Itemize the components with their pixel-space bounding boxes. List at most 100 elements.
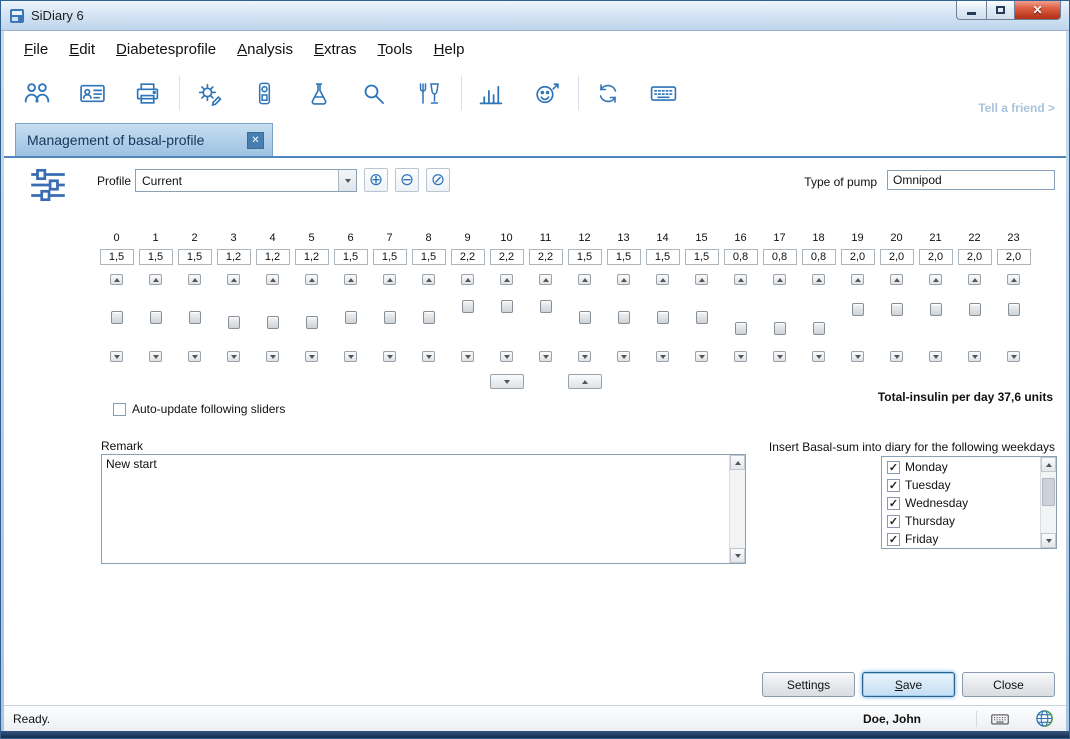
slider-down-button[interactable] xyxy=(929,351,942,362)
slider-down-button[interactable] xyxy=(539,351,552,362)
menu-item-diabetesprofile[interactable]: Diabetesprofile xyxy=(116,41,216,58)
slider-thumb[interactable] xyxy=(189,311,201,324)
basal-value-field[interactable]: 2,2 xyxy=(451,249,485,265)
slider-thumb[interactable] xyxy=(150,311,162,324)
slider-down-button[interactable] xyxy=(461,351,474,362)
search-icon[interactable] xyxy=(359,76,389,110)
basal-value-field[interactable]: 1,5 xyxy=(685,249,719,265)
slider-up-button[interactable] xyxy=(734,274,747,285)
slider-up-button[interactable] xyxy=(227,274,240,285)
slider-thumb[interactable] xyxy=(852,303,864,316)
slider-down-button[interactable] xyxy=(890,351,903,362)
scroll-down-button[interactable] xyxy=(1041,533,1056,548)
slider-thumb[interactable] xyxy=(345,311,357,324)
slider-up-button[interactable] xyxy=(773,274,786,285)
weekday-checkbox[interactable]: ✓ xyxy=(887,497,900,510)
meter-icon[interactable] xyxy=(249,76,279,110)
keyboard-status-icon[interactable] xyxy=(989,710,1011,728)
basal-value-field[interactable]: 1,5 xyxy=(139,249,173,265)
slider-up-button[interactable] xyxy=(539,274,552,285)
slider-down-button[interactable] xyxy=(422,351,435,362)
basal-value-field[interactable]: 1,5 xyxy=(568,249,602,265)
slider-down-button[interactable] xyxy=(305,351,318,362)
basal-value-field[interactable]: 2,2 xyxy=(490,249,524,265)
menu-item-extras[interactable]: Extras xyxy=(314,41,357,58)
keyboard-icon[interactable] xyxy=(648,76,678,110)
slider-up-button[interactable] xyxy=(851,274,864,285)
slider-down-button[interactable] xyxy=(812,351,825,362)
tab-close-icon[interactable]: ✕ xyxy=(247,132,264,149)
basal-value-field[interactable]: 2,0 xyxy=(958,249,992,265)
slider-up-button[interactable] xyxy=(968,274,981,285)
tell-a-friend-link[interactable]: Tell a friend > xyxy=(978,101,1055,115)
slider-down-button[interactable] xyxy=(773,351,786,362)
slider-down-button[interactable] xyxy=(188,351,201,362)
slider-down-button[interactable] xyxy=(383,351,396,362)
slider-up-button[interactable] xyxy=(188,274,201,285)
scrollbar-thumb[interactable] xyxy=(1042,478,1055,506)
weekday-row[interactable]: ✓Wednesday xyxy=(883,494,1039,512)
slider-thumb[interactable] xyxy=(696,311,708,324)
remove-profile-button[interactable]: ⊖ xyxy=(395,168,419,192)
basal-value-field[interactable]: 0,8 xyxy=(763,249,797,265)
basal-value-field[interactable]: 1,2 xyxy=(217,249,251,265)
weekday-checkbox[interactable]: ✓ xyxy=(887,533,900,546)
basal-value-field[interactable]: 1,2 xyxy=(295,249,329,265)
slider-down-button[interactable] xyxy=(344,351,357,362)
add-profile-button[interactable]: ⊕ xyxy=(364,168,388,192)
slider-thumb[interactable] xyxy=(657,311,669,324)
slider-thumb[interactable] xyxy=(111,311,123,324)
slider-up-button[interactable] xyxy=(500,274,513,285)
slider-up-button[interactable] xyxy=(578,274,591,285)
slider-up-button[interactable] xyxy=(266,274,279,285)
basal-value-field[interactable]: 0,8 xyxy=(724,249,758,265)
slider-thumb[interactable] xyxy=(618,311,630,324)
slider-down-button[interactable] xyxy=(734,351,747,362)
slider-up-button[interactable] xyxy=(929,274,942,285)
weekday-row[interactable]: ✓Thursday xyxy=(883,512,1039,530)
bulk-down-button[interactable] xyxy=(490,374,524,389)
slider-down-button[interactable] xyxy=(578,351,591,362)
slider-thumb[interactable] xyxy=(540,300,552,313)
menu-item-file[interactable]: File xyxy=(24,41,48,58)
slider-down-button[interactable] xyxy=(266,351,279,362)
slider-up-button[interactable] xyxy=(695,274,708,285)
profile-settings-icon[interactable] xyxy=(194,76,224,110)
weekday-row[interactable]: ✓Monday xyxy=(883,458,1039,476)
scroll-up-button[interactable] xyxy=(730,455,745,470)
slider-down-button[interactable] xyxy=(110,351,123,362)
slider-up-button[interactable] xyxy=(1007,274,1020,285)
profile-dropdown-button[interactable] xyxy=(338,170,356,191)
menu-item-analysis[interactable]: Analysis xyxy=(237,41,293,58)
slider-thumb[interactable] xyxy=(813,322,825,335)
weekday-row[interactable]: ✓Tuesday xyxy=(883,476,1039,494)
slider-thumb[interactable] xyxy=(306,316,318,329)
slider-thumb[interactable] xyxy=(267,316,279,329)
slider-thumb[interactable] xyxy=(384,311,396,324)
slider-down-button[interactable] xyxy=(227,351,240,362)
slider-up-button[interactable] xyxy=(617,274,630,285)
basal-value-field[interactable]: 2,0 xyxy=(841,249,875,265)
basal-value-field[interactable]: 1,5 xyxy=(607,249,641,265)
slider-down-button[interactable] xyxy=(656,351,669,362)
basal-value-field[interactable]: 1,5 xyxy=(412,249,446,265)
profile-select[interactable]: Current xyxy=(135,169,357,192)
slider-up-button[interactable] xyxy=(812,274,825,285)
patients-icon[interactable] xyxy=(22,76,52,110)
slider-thumb[interactable] xyxy=(969,303,981,316)
menu-item-help[interactable]: Help xyxy=(434,41,465,58)
print-icon[interactable] xyxy=(132,76,162,110)
slider-up-button[interactable] xyxy=(656,274,669,285)
basal-value-field[interactable]: 1,5 xyxy=(373,249,407,265)
feedback-icon[interactable] xyxy=(531,76,561,110)
title-bar[interactable]: SiDiary 6 ✕ xyxy=(1,1,1069,31)
slider-thumb[interactable] xyxy=(930,303,942,316)
slider-thumb[interactable] xyxy=(891,303,903,316)
slider-down-button[interactable] xyxy=(149,351,162,362)
remark-textarea[interactable]: New start xyxy=(101,454,746,564)
slider-up-button[interactable] xyxy=(149,274,162,285)
close-button[interactable]: Close xyxy=(962,672,1055,697)
slider-thumb[interactable] xyxy=(774,322,786,335)
remark-scrollbar[interactable] xyxy=(729,455,745,563)
slider-down-button[interactable] xyxy=(695,351,708,362)
